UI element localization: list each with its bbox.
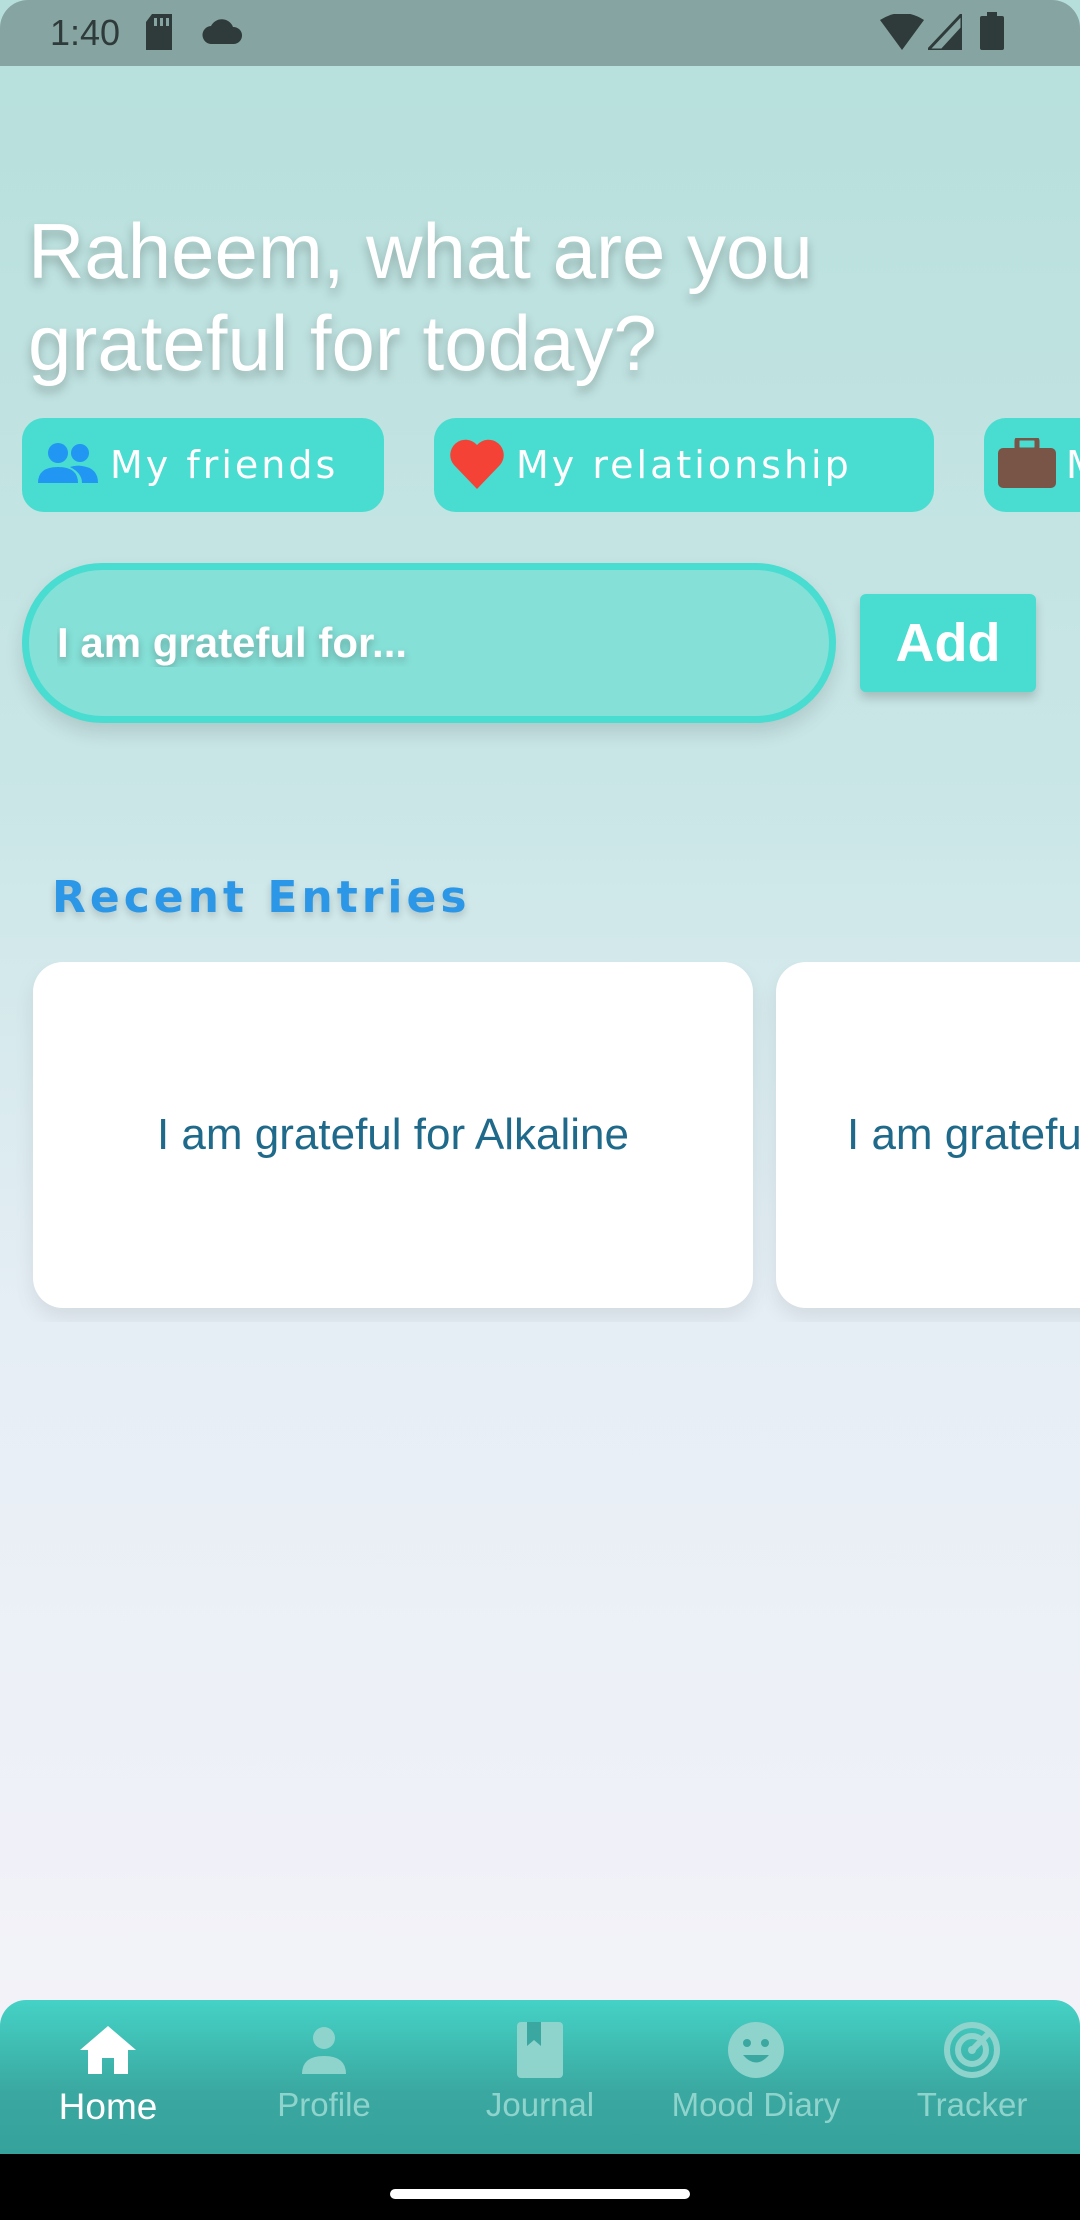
nav-label: Home bbox=[58, 2086, 158, 2127]
home-gesture-handle[interactable] bbox=[390, 2189, 690, 2199]
nav-mood-diary[interactable]: Mood Diary bbox=[648, 2000, 864, 2154]
chip-label: My relationship bbox=[516, 443, 852, 487]
entry-card[interactable]: I am gratefu bbox=[776, 962, 1080, 1308]
entry-card-text: I am grateful for Alkaline bbox=[156, 1110, 629, 1159]
cloud-icon bbox=[202, 18, 243, 48]
chip-label: My friends bbox=[110, 443, 339, 487]
battery-icon bbox=[980, 12, 1004, 54]
sd-card-icon bbox=[144, 14, 174, 54]
recent-entries-title: Recent Entries bbox=[52, 872, 471, 923]
home-icon bbox=[80, 2022, 136, 2078]
entry-card-text: I am gratefu bbox=[847, 1110, 1080, 1159]
signal-icon bbox=[924, 10, 964, 54]
system-gesture-bar bbox=[0, 2154, 1080, 2220]
nav-tracker[interactable]: Tracker bbox=[864, 2000, 1080, 2154]
nav-label: Tracker bbox=[916, 2086, 1028, 2123]
people-icon bbox=[36, 441, 100, 489]
gratitude-input[interactable] bbox=[55, 618, 829, 668]
entry-card[interactable]: I am grateful for Alkaline bbox=[33, 962, 753, 1308]
heart-icon bbox=[448, 437, 506, 493]
category-chips: My friends My relationship M bbox=[0, 418, 1080, 512]
recent-entries-list[interactable]: I am grateful for Alkaline I am gratefu bbox=[0, 962, 1080, 1322]
chip-my-work[interactable]: M bbox=[984, 418, 1080, 512]
add-button[interactable]: Add bbox=[860, 594, 1036, 692]
greeting-heading: Raheem, what are you grateful for today? bbox=[28, 207, 813, 387]
briefcase-icon bbox=[998, 435, 1056, 492]
chip-my-relationship[interactable]: My relationship bbox=[434, 418, 934, 512]
nav-home[interactable]: Home bbox=[0, 2000, 216, 2154]
nav-label: Journal bbox=[485, 2086, 595, 2123]
status-time: 1:40 bbox=[50, 12, 121, 53]
nav-journal[interactable]: Journal bbox=[432, 2000, 648, 2154]
track-changes-icon bbox=[944, 2022, 1000, 2078]
chip-label: M bbox=[1066, 443, 1080, 487]
book-icon bbox=[517, 2022, 563, 2078]
status-bar: 1:40 bbox=[0, 0, 1080, 66]
smiley-icon bbox=[728, 2022, 784, 2078]
nav-label: Mood Diary bbox=[671, 2086, 841, 2123]
wifi-icon bbox=[880, 13, 924, 54]
chip-my-friends[interactable]: My friends bbox=[22, 418, 384, 512]
bottom-navigation: Home Profile Journal Mood Diary Tracker bbox=[0, 2000, 1080, 2154]
person-icon bbox=[300, 2022, 348, 2078]
nav-profile[interactable]: Profile bbox=[216, 2000, 432, 2154]
gratitude-input-container bbox=[22, 563, 836, 723]
nav-label: Profile bbox=[277, 2086, 371, 2123]
